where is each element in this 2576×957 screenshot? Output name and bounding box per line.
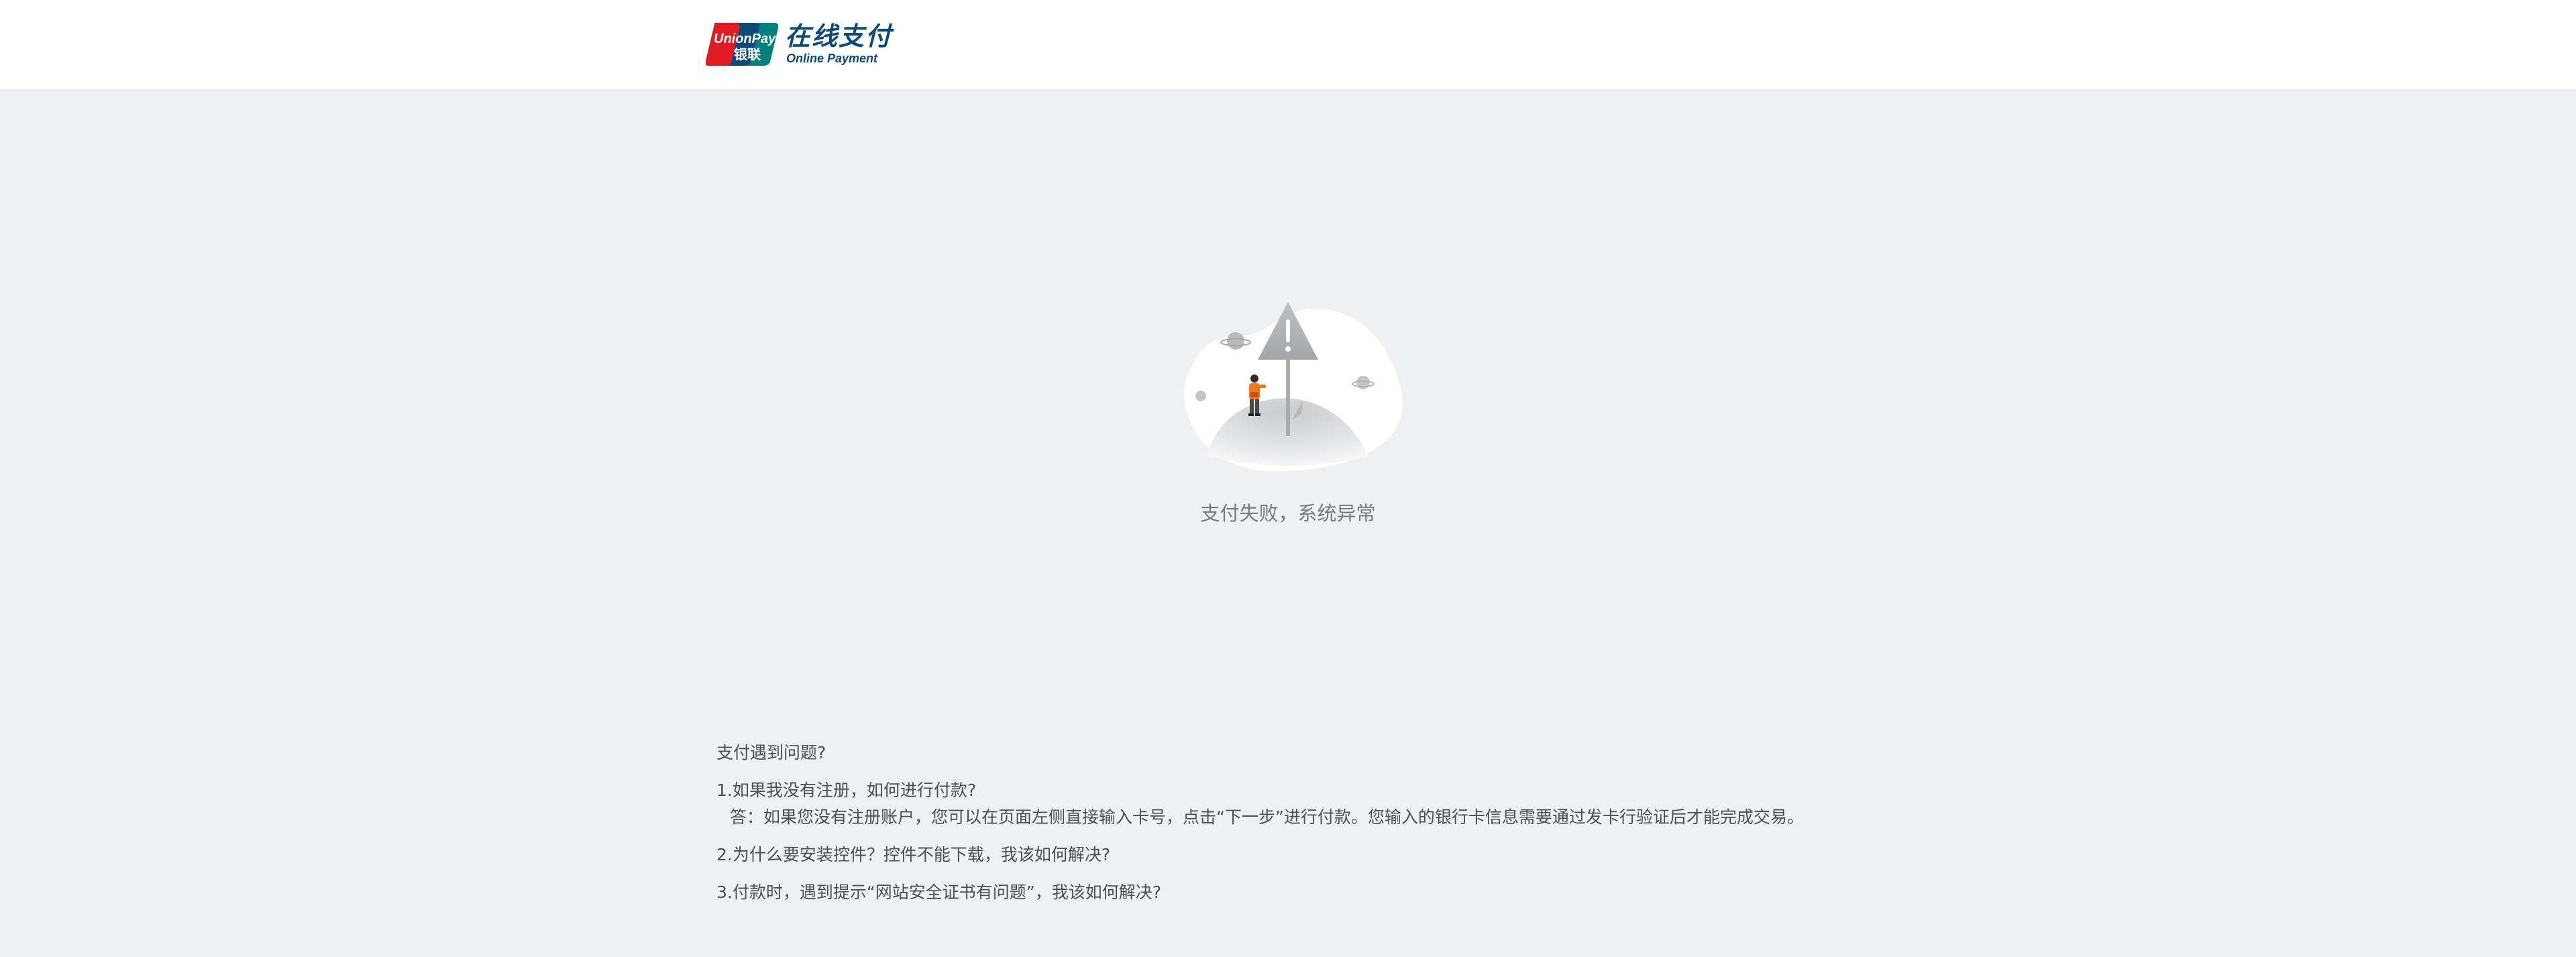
header-bar: UnionPay 银联 在线支付 Online Payment	[0, 0, 2576, 91]
logo-title-cn: 在线支付	[785, 21, 893, 51]
logo-text: 在线支付 Online Payment	[785, 22, 892, 66]
status-message: 支付失败，系统异常	[1200, 502, 1376, 525]
unionpay-logo[interactable]: UnionPay 银联 在线支付 Online Payment	[705, 20, 892, 68]
faq-answer-1: 答：如果您没有注册账户，您可以在页面左侧直接输入卡号，点击“下一步”进行付款。您…	[730, 807, 1804, 827]
faq-title: 支付遇到问题?	[716, 743, 826, 762]
faq-question-2[interactable]: 2.为什么要安装控件？控件不能下载，我该如何解决?	[716, 843, 2058, 867]
logo-title-en: Online Payment	[786, 52, 878, 65]
faq-section: 支付遇到问题? 1.如果我没有注册，如何进行付款? 答：如果您没有注册账户，您可…	[716, 741, 2058, 905]
card-text-bottom: 银联	[734, 46, 761, 62]
warning-sign-illustration	[1167, 295, 1409, 476]
faq-question-3[interactable]: 3.付款时，遇到提示“网站安全证书有问题”，我该如何解决?	[716, 880, 2058, 905]
faq-question-1[interactable]: 1.如果我没有注册，如何进行付款?	[716, 778, 2058, 803]
card-text-top: UnionPay	[714, 32, 776, 46]
unionpay-card-icon: UnionPay 银联	[705, 21, 779, 67]
